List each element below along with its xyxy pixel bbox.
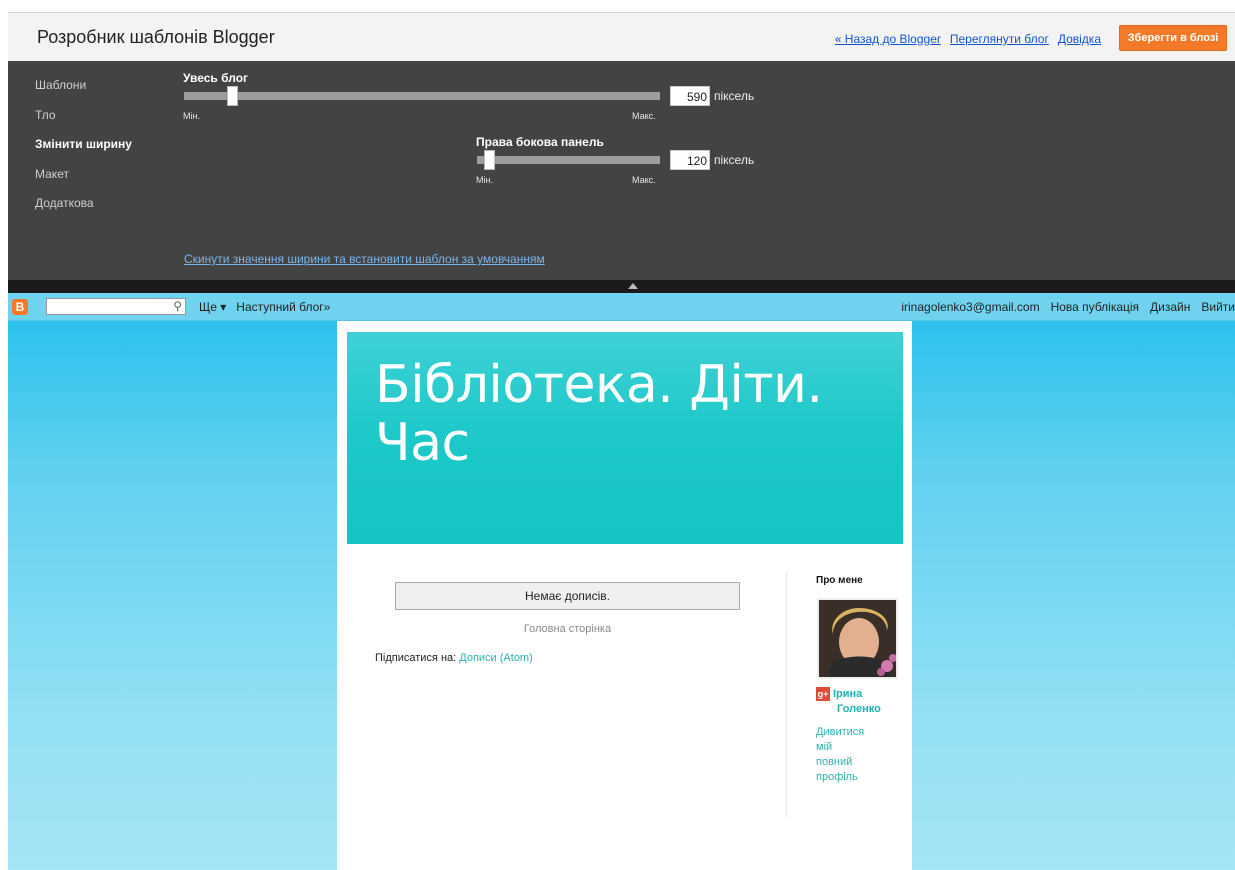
- sidebar-width-slider-handle[interactable]: [484, 150, 496, 170]
- nav-item-advanced[interactable]: Додаткова: [35, 195, 132, 225]
- blog-preview: B ⚲ Ще ▾ Наступний блог» irinagolenko3@g…: [8, 293, 1235, 870]
- no-posts-message: Немає дописів.: [395, 582, 740, 610]
- atom-feed-link[interactable]: Дописи (Atom): [459, 652, 533, 664]
- subscribe-label: Підписатися на:: [375, 652, 457, 664]
- blog-width-input[interactable]: 590: [670, 86, 710, 106]
- designer-title: Розробник шаблонів Blogger: [37, 27, 275, 47]
- nav-item-templates[interactable]: Шаблони: [35, 77, 132, 107]
- reset-widths-link[interactable]: Скинути значення ширини та встановити ша…: [184, 252, 545, 266]
- blog-title[interactable]: Бібліотека. Діти. Час: [375, 356, 875, 472]
- navbar-right-links: irinagolenko3@gmail.com Нова публікація …: [901, 300, 1235, 314]
- navbar-design-link[interactable]: Дизайн: [1150, 300, 1190, 314]
- profile-photo: [819, 600, 896, 677]
- nav-item-background[interactable]: Тло: [35, 107, 132, 137]
- nav-item-layout[interactable]: Макет: [35, 166, 132, 196]
- navbar-sign-out-link[interactable]: Вийти: [1201, 300, 1235, 314]
- blog-width-max: Макс.: [632, 111, 656, 121]
- navbar-left-links: Ще ▾ Наступний блог»: [199, 300, 330, 314]
- home-page-link[interactable]: Головна сторінка: [395, 623, 740, 635]
- blog-title-line-2[interactable]: Час: [375, 414, 875, 472]
- view-profile-line-1[interactable]: Дивитися: [816, 725, 876, 740]
- back-to-blogger-link[interactable]: « Назад до Blogger: [835, 32, 941, 46]
- profile-name-link[interactable]: Ірина Голенко: [833, 687, 893, 717]
- profile-name-first[interactable]: Ірина: [833, 687, 893, 702]
- blog-width-track[interactable]: [184, 92, 660, 100]
- view-profile-line-3[interactable]: повний: [816, 755, 876, 770]
- navbar-next-blog-link[interactable]: Наступний блог»: [236, 300, 330, 314]
- sidebar-width-max: Макс.: [632, 175, 656, 185]
- view-profile-line-2[interactable]: мій: [816, 740, 876, 755]
- designer-header: Розробник шаблонів Blogger « Назад до Bl…: [8, 12, 1235, 61]
- search-icon[interactable]: ⚲: [173, 299, 182, 313]
- collapse-bar[interactable]: [8, 280, 1235, 293]
- google-plus-icon[interactable]: g+: [816, 687, 830, 701]
- navbar-search-input[interactable]: ⚲: [46, 298, 186, 315]
- navbar-more-menu[interactable]: Ще ▾: [199, 300, 226, 314]
- designer-links: « Назад до Blogger Переглянути блог Дові…: [835, 32, 1101, 46]
- blogger-navbar: B ⚲ Ще ▾ Наступний блог» irinagolenko3@g…: [8, 293, 1235, 321]
- blog-page: Бібліотека. Діти. Час Немає дописів. Гол…: [337, 321, 912, 870]
- sidebar-width-unit: піксель: [714, 153, 755, 167]
- blog-width-label: Увесь блог: [183, 71, 249, 85]
- collapse-arrow-icon[interactable]: [628, 283, 638, 289]
- view-full-profile-link[interactable]: Дивитися мій повний профіль: [816, 725, 876, 785]
- blogger-logo-icon[interactable]: B: [12, 299, 28, 315]
- sidebar-width-label: Права бокова панель: [476, 135, 604, 149]
- view-blog-link[interactable]: Переглянути блог: [950, 32, 1049, 46]
- view-profile-line-4[interactable]: профіль: [816, 770, 876, 785]
- sidebar-width-track[interactable]: [477, 156, 660, 164]
- sidebar-width-min: Мін.: [476, 175, 493, 185]
- save-to-blog-button[interactable]: Зберегти в блозі: [1119, 25, 1227, 51]
- help-link[interactable]: Довідка: [1058, 32, 1101, 46]
- subscribe-line: Підписатися на: Дописи (Atom): [375, 652, 533, 664]
- profile-name-last[interactable]: Голенко: [833, 702, 893, 717]
- nav-item-adjust-widths[interactable]: Змінити ширину: [35, 136, 132, 166]
- blog-width-unit: піксель: [714, 89, 755, 103]
- about-me-title: Про мене: [816, 575, 863, 586]
- blog-width-slider-handle[interactable]: [226, 86, 238, 106]
- navbar-new-post-link[interactable]: Нова публікація: [1051, 300, 1139, 314]
- profile-avatar[interactable]: [817, 598, 898, 679]
- designer-side-nav: Шаблони Тло Змінити ширину Макет Додатко…: [35, 77, 132, 225]
- blog-title-line-1[interactable]: Бібліотека. Діти.: [375, 356, 875, 414]
- blog-width-min: Мін.: [183, 111, 200, 121]
- sidebar-width-input[interactable]: 120: [670, 150, 710, 170]
- designer-panel: Шаблони Тло Змінити ширину Макет Додатко…: [8, 61, 1235, 280]
- navbar-user-email: irinagolenko3@gmail.com: [901, 300, 1040, 314]
- sidebar-divider: [786, 573, 787, 817]
- blog-header: Бібліотека. Діти. Час: [347, 332, 903, 544]
